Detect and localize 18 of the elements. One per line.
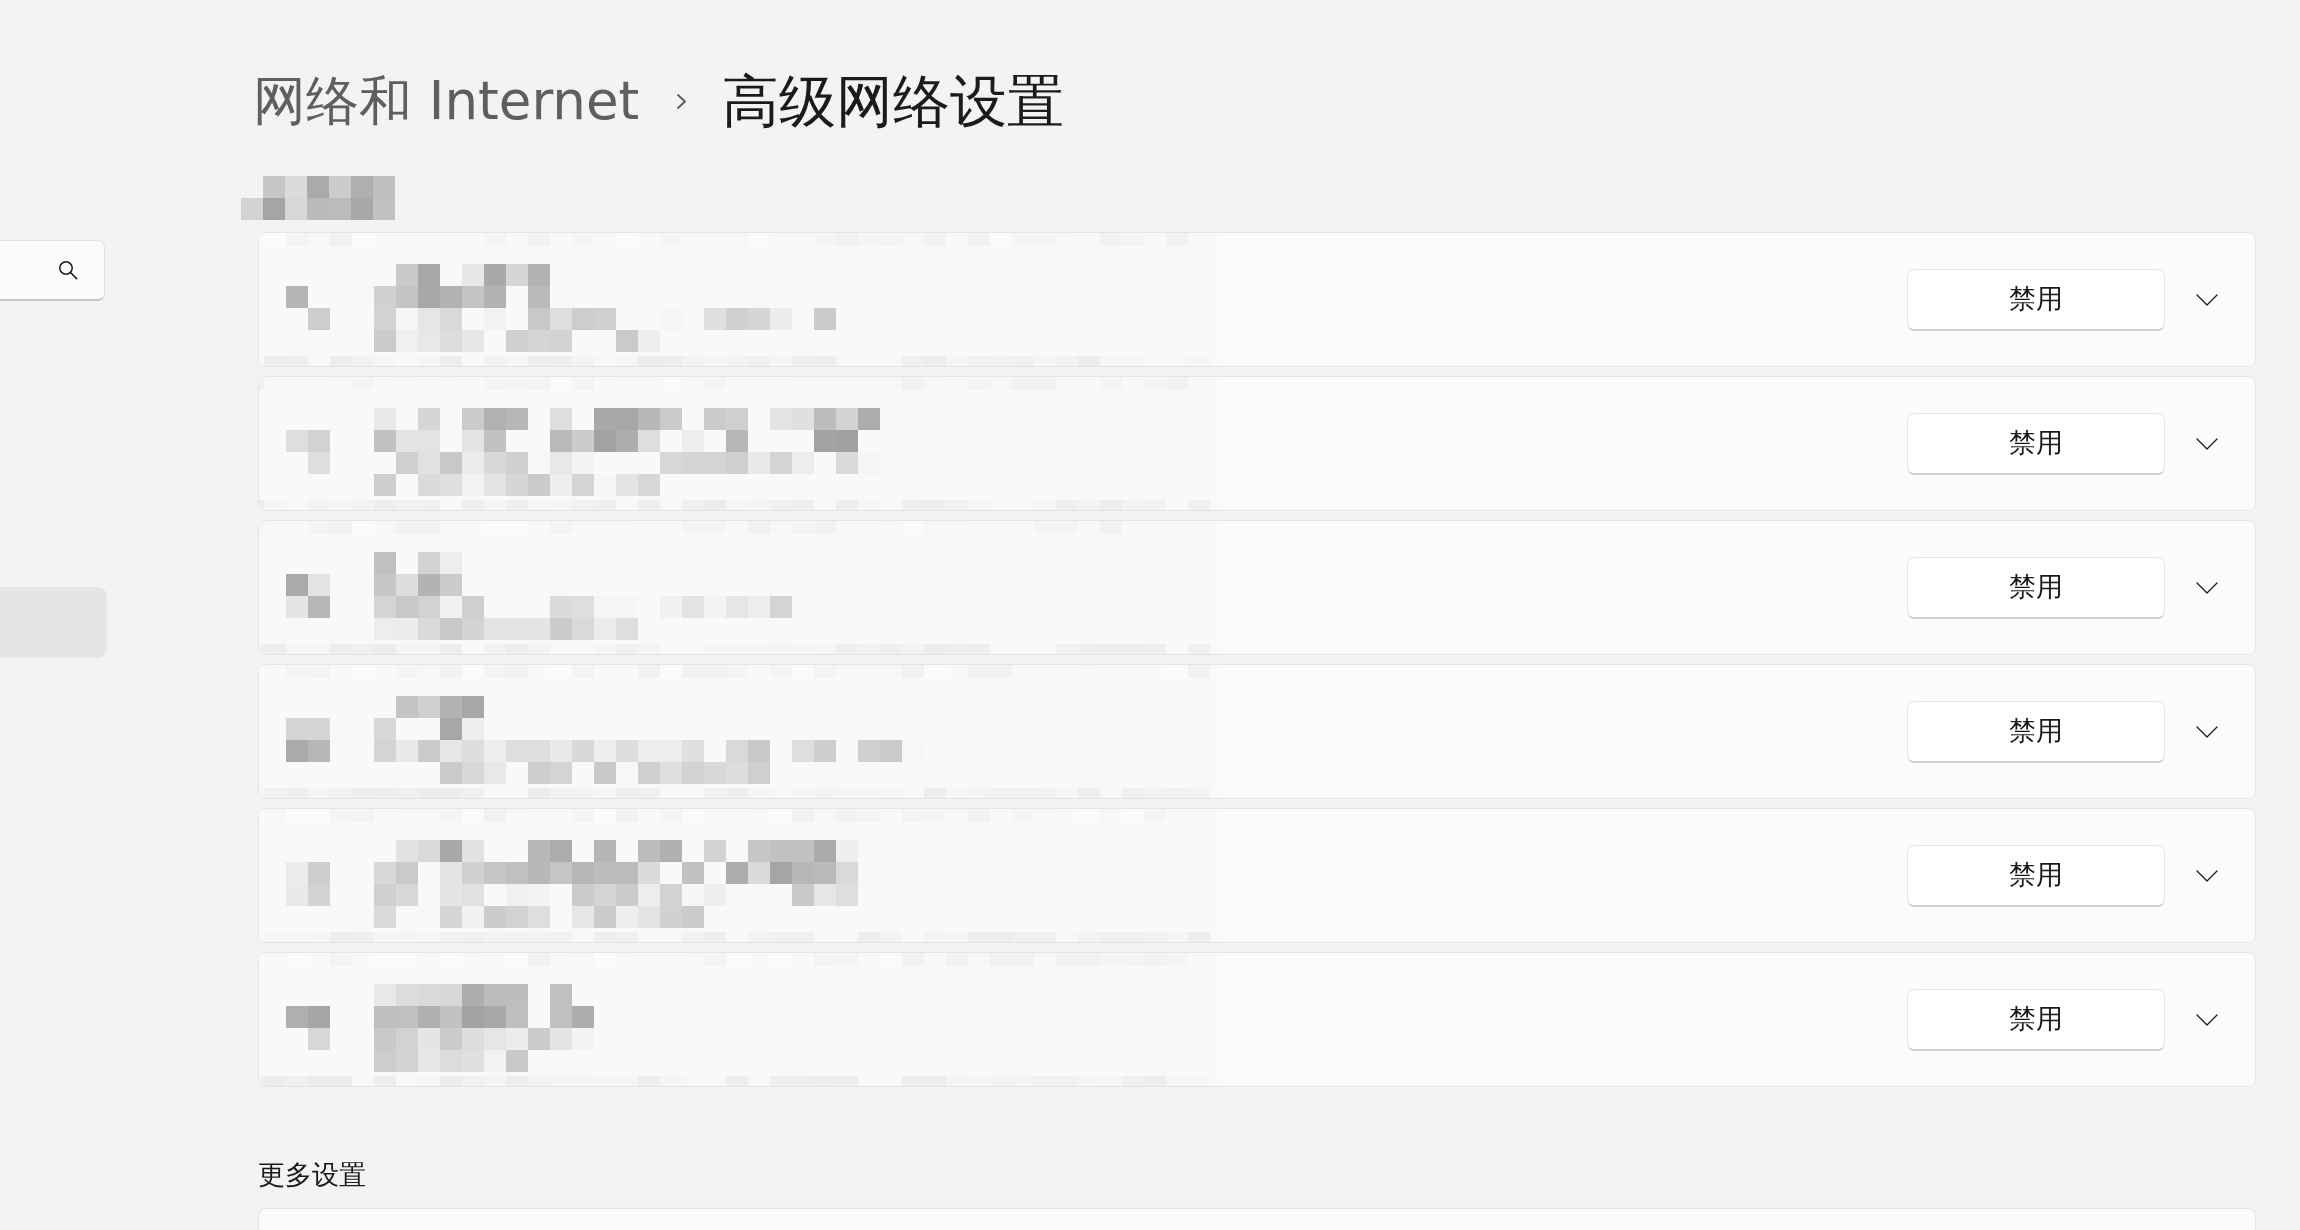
search-icon — [58, 260, 78, 280]
settings-card[interactable]: 禁用 — [258, 520, 2256, 655]
chevron-right-icon — [677, 93, 687, 109]
page-title: 高级网络设置 — [722, 67, 1065, 136]
settings-card[interactable]: 禁用 — [258, 808, 2256, 943]
settings-card[interactable]: 禁用 — [258, 952, 2256, 1087]
disable-button[interactable]: 禁用 — [1907, 412, 2165, 475]
disable-button[interactable]: 禁用 — [1907, 556, 2165, 619]
section-heading: 更多设置 — [258, 1158, 366, 1192]
settings-card[interactable]: 禁用 — [258, 232, 2256, 367]
breadcrumb-link[interactable]: 网络和 Internet — [253, 66, 640, 136]
settings-card[interactable]: 禁用 — [258, 664, 2256, 799]
disable-button[interactable]: 禁用 — [1907, 700, 2165, 763]
disable-button[interactable]: 禁用 — [1907, 268, 2165, 331]
search-field[interactable] — [0, 240, 105, 301]
disable-button[interactable]: 禁用 — [1907, 844, 2165, 907]
disable-button[interactable]: 禁用 — [1907, 988, 2165, 1051]
settings-card[interactable]: 禁用 — [258, 376, 2256, 511]
